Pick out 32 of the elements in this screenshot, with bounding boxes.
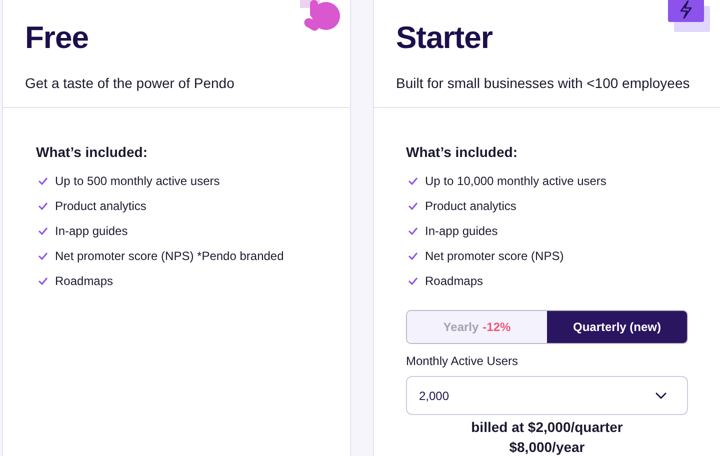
feature-text: Product analytics [425, 198, 516, 212]
field-label: Monthly Active Users [406, 354, 520, 368]
check-icon [38, 202, 48, 210]
plan-tagline: Built for small businesses with <100 employees [396, 75, 691, 91]
check-icon [408, 176, 418, 184]
plan-tagline: Get a taste of the power of Pendo [25, 75, 236, 91]
feature-text: Net promoter score (NPS) *Pendo branded [55, 248, 284, 262]
billing-option[interactable]: Quarterly (new) [547, 311, 687, 343]
feature-text: Roadmaps [55, 274, 114, 288]
feature-text: Net promoter score (NPS) [425, 248, 564, 262]
billing-text: billed at $2,000/quarter [470, 419, 624, 435]
check-icon [38, 276, 48, 284]
check-icon [408, 276, 418, 284]
feature-text: Roadmaps [425, 274, 484, 288]
feature-text: Up to 10,000 monthly active users [425, 174, 606, 188]
plan-title: Free [25, 20, 90, 56]
check-icon [408, 202, 418, 210]
plan-title: Starter [396, 20, 494, 56]
included-heading: What’s included: [406, 144, 518, 160]
feature-text: Up to 500 monthly active users [55, 174, 220, 188]
included-heading: What’s included: [36, 144, 148, 160]
feature-text: In-app guides [55, 224, 128, 238]
feature-text: In-app guides [425, 224, 498, 238]
billing-text: $8,000/year [508, 439, 586, 455]
check-icon [38, 226, 48, 234]
chevron-down-icon [655, 392, 667, 399]
feature-text: Product analytics [55, 198, 146, 212]
users-dropdown[interactable]: 2,000 [406, 376, 688, 415]
check-icon [408, 252, 418, 260]
check-icon [408, 226, 418, 234]
check-icon [38, 176, 48, 184]
check-icon [38, 252, 48, 260]
